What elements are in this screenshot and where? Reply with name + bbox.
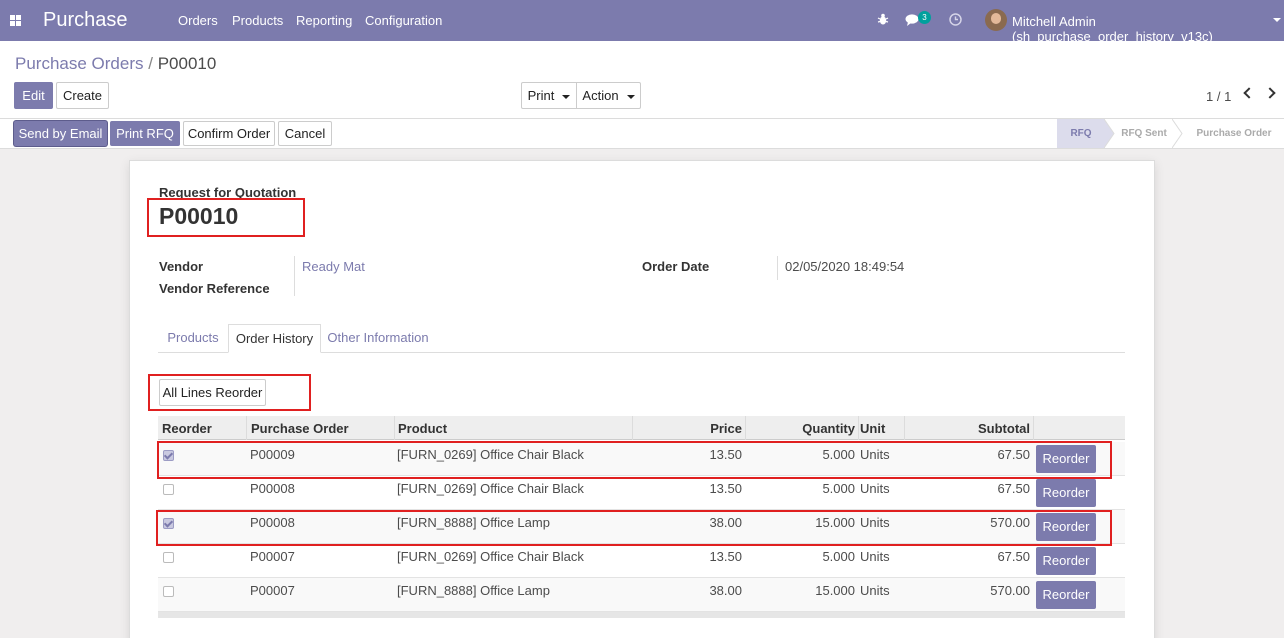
debug-bug-icon[interactable] [877, 13, 889, 26]
field-divider [294, 256, 295, 296]
header-subtotal[interactable]: Subtotal [978, 421, 1030, 436]
order-date-label: Order Date [642, 259, 710, 274]
edit-button[interactable]: Edit [14, 82, 53, 109]
cell-subtotal: 570.00 [990, 583, 1030, 598]
tab-other-information[interactable]: Other Information [325, 324, 431, 353]
stage-rfq[interactable]: RFQ [1057, 119, 1105, 148]
action-label: Action [582, 88, 619, 103]
cell-purchase-order: P00007 [250, 549, 295, 564]
cell-product: [FURN_8888] Office Lamp [397, 583, 550, 598]
reorder-button[interactable]: Reorder [1036, 581, 1096, 609]
vendor-reference-label: Vendor Reference [159, 281, 270, 296]
action-dropdown[interactable]: Action [576, 82, 641, 109]
highlight-box [157, 441, 1112, 479]
pager-value[interactable]: 1 / 1 [1206, 89, 1231, 104]
vendor-field[interactable]: Ready Mat [302, 259, 365, 274]
column-separator [246, 416, 247, 440]
highlight-box [148, 374, 311, 411]
cell-subtotal: 67.50 [997, 549, 1030, 564]
print-label: Print [527, 88, 555, 103]
table-row: P00008 [FURN_0269] Office Chair Black 13… [158, 476, 1125, 510]
cell-unit: Units [860, 549, 890, 564]
pager-next-icon[interactable] [1264, 87, 1276, 99]
highlight-box [147, 198, 305, 237]
menu-configuration[interactable]: Configuration [365, 13, 442, 28]
column-separator [1033, 416, 1034, 440]
header-product[interactable]: Product [398, 421, 447, 436]
messages-count-badge: 3 [918, 11, 931, 24]
header-purchase-order[interactable]: Purchase Order [251, 421, 349, 436]
cell-price: 13.50 [709, 549, 742, 564]
stage-arrow-icon [1172, 119, 1183, 148]
table-footer [158, 612, 1125, 618]
cell-purchase-order: P00007 [250, 583, 295, 598]
header-unit[interactable]: Unit [860, 421, 885, 436]
order-date-field[interactable]: 02/05/2020 18:49:54 [785, 259, 904, 274]
print-caret-icon [562, 94, 571, 99]
activity-clock-icon[interactable] [949, 13, 962, 26]
cell-product: [FURN_0269] Office Chair Black [397, 481, 584, 496]
control-panel: Purchase Orders / P00010 Edit Create Pri… [0, 41, 1284, 119]
messages-chat-icon[interactable] [905, 14, 919, 26]
app-brand[interactable]: Purchase [43, 9, 128, 32]
cancel-button[interactable]: Cancel [278, 121, 332, 146]
column-separator [745, 416, 746, 440]
breadcrumb-separator: / [148, 54, 153, 73]
send-by-email-button[interactable]: Send by Email [14, 121, 107, 146]
reorder-checkbox[interactable] [163, 586, 174, 597]
cell-unit: Units [860, 481, 890, 496]
breadcrumb: Purchase Orders / P00010 [15, 54, 216, 74]
confirm-order-button[interactable]: Confirm Order [183, 121, 275, 146]
menu-reporting[interactable]: Reporting [296, 13, 352, 28]
cell-product: [FURN_0269] Office Chair Black [397, 549, 584, 564]
header-price[interactable]: Price [710, 421, 742, 436]
breadcrumb-current: P00010 [157, 54, 217, 73]
column-separator [858, 416, 859, 440]
column-separator [394, 416, 395, 440]
top-navbar: Purchase Orders Products Reporting Confi… [0, 0, 1284, 44]
cell-unit: Units [860, 583, 890, 598]
cell-quantity: 15.000 [815, 583, 855, 598]
tab-order-history[interactable]: Order History [228, 324, 321, 353]
stage-rfq-sent[interactable]: RFQ Sent [1117, 119, 1171, 148]
create-button[interactable]: Create [56, 82, 109, 109]
table-row: P00007 [FURN_0269] Office Chair Black 13… [158, 544, 1125, 578]
user-menu-caret-icon[interactable] [1273, 18, 1281, 22]
cell-quantity: 5.000 [822, 549, 855, 564]
reorder-button[interactable]: Reorder [1036, 547, 1096, 575]
cell-subtotal: 67.50 [997, 481, 1030, 496]
highlight-box [156, 510, 1112, 546]
menu-orders[interactable]: Orders [178, 13, 218, 28]
table-row: P00007 [FURN_8888] Office Lamp 38.00 15.… [158, 578, 1125, 612]
cell-price: 13.50 [709, 481, 742, 496]
form-statusbar: Send by Email Print RFQ Confirm Order Ca… [0, 119, 1284, 149]
apps-menu-icon[interactable] [10, 15, 21, 26]
stage-purchase-order[interactable]: Purchase Order [1189, 119, 1279, 148]
header-reorder[interactable]: Reorder [162, 421, 212, 436]
reorder-button[interactable]: Reorder [1036, 479, 1096, 507]
reorder-checkbox[interactable] [163, 552, 174, 563]
user-menu-name[interactable]: Mitchell Admin (sh_purchase_order_histor… [1012, 14, 1284, 44]
breadcrumb-parent[interactable]: Purchase Orders [15, 54, 144, 73]
column-separator [904, 416, 905, 440]
column-separator [632, 416, 633, 440]
order-history-table-header: Reorder Purchase Order Product Price Qua… [158, 416, 1125, 440]
print-rfq-button[interactable]: Print RFQ [110, 121, 180, 146]
cell-quantity: 5.000 [822, 481, 855, 496]
header-quantity[interactable]: Quantity [802, 421, 855, 436]
stage-arrow-icon [1104, 119, 1115, 148]
pager-previous-icon[interactable] [1243, 87, 1255, 99]
menu-products[interactable]: Products [232, 13, 283, 28]
reorder-checkbox[interactable] [163, 484, 174, 495]
print-dropdown[interactable]: Print [521, 82, 577, 109]
vendor-label: Vendor [159, 259, 204, 274]
user-avatar[interactable] [985, 9, 1007, 31]
action-caret-icon [626, 94, 635, 99]
field-divider [777, 256, 778, 280]
cell-purchase-order: P00008 [250, 481, 295, 496]
cell-price: 38.00 [709, 583, 742, 598]
tab-products[interactable]: Products [160, 324, 226, 353]
